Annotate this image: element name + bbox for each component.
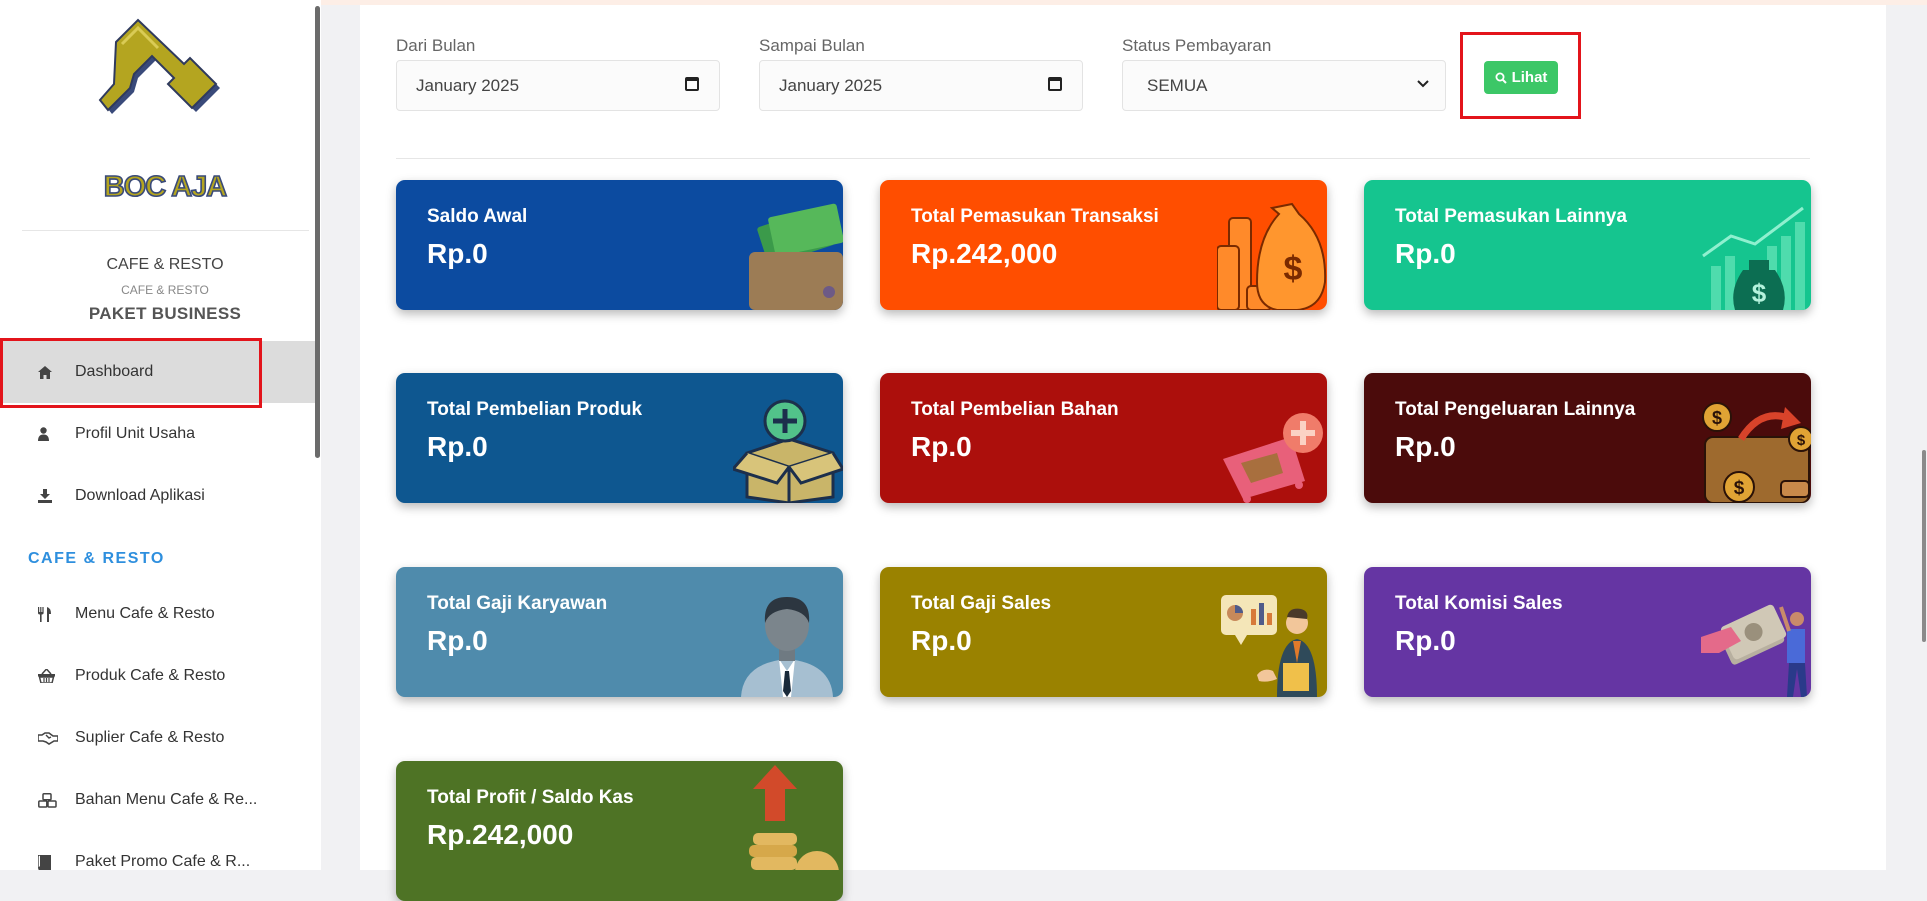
card-title: Total Komisi Sales: [1395, 593, 1563, 614]
card-title: Total Pengeluaran Lainnya: [1395, 399, 1636, 420]
card-title: Total Pembelian Bahan: [911, 399, 1119, 420]
chevron-down-icon: [1417, 75, 1429, 91]
to-month-value: January 2025: [779, 75, 883, 95]
nav-paket-promo-cafe-resto[interactable]: Paket Promo Cafe & R...: [0, 831, 315, 870]
highlight-box-view-button: [1460, 32, 1581, 119]
nav-label: Paket Promo Cafe & R...: [75, 853, 251, 870]
from-month-value: January 2025: [416, 75, 520, 95]
card-value: Rp.0: [427, 625, 488, 656]
nav-bahan-menu-cafe-resto[interactable]: Bahan Menu Cafe & Re...: [0, 769, 315, 831]
summary-card-pengeluaran-lainnya: Total Pengeluaran Lainnya Rp.0 $ $ $: [1364, 373, 1811, 503]
payment-status-select[interactable]: SEMUA: [1122, 60, 1446, 111]
cutlery-icon: [38, 606, 68, 622]
card-title: Total Pembelian Produk: [427, 399, 643, 420]
nav-label: Bahan Menu Cafe & Re...: [75, 791, 258, 808]
nav-section-title: CAFE & RESTO: [28, 550, 165, 567]
user-icon: [38, 427, 68, 441]
page-scrollbar[interactable]: [1922, 450, 1926, 642]
package-name: PAKET BUSINESS: [88, 304, 242, 323]
sidebar-scrollbar[interactable]: [315, 6, 320, 458]
card-value: Rp.0: [427, 431, 488, 462]
cubes-icon: [38, 792, 68, 808]
from-month-input[interactable]: January 2025: [396, 60, 720, 111]
book-icon: [38, 854, 68, 870]
brand-title: CAFE & RESTO: [106, 256, 224, 273]
salesman-icon: [1221, 595, 1317, 697]
to-month-input[interactable]: January 2025: [759, 60, 1083, 111]
svg-text:$: $: [1797, 432, 1806, 449]
card-title: Saldo Awal: [427, 206, 528, 227]
calendar-icon[interactable]: [1048, 77, 1062, 91]
from-month-label: Dari Bulan: [396, 36, 476, 55]
nav-label: Suplier Cafe & Resto: [75, 729, 225, 746]
card-title: Total Gaji Sales: [911, 593, 1052, 614]
card-title: Total Profit / Saldo Kas: [427, 787, 634, 808]
summary-card-gaji-sales: Total Gaji Sales Rp.0: [880, 567, 1327, 697]
wallet-icon: [749, 203, 843, 310]
employee-icon: [741, 597, 833, 697]
summary-card-saldo-awal: Saldo Awal Rp.0: [396, 180, 843, 310]
download-icon: [38, 489, 68, 503]
card-title: Total Pemasukan Lainnya: [1395, 206, 1627, 227]
to-month-label: Sampai Bulan: [759, 36, 865, 55]
sidebar: BOC AJA CAFE & RESTO CAFE & RESTO PAKET …: [0, 0, 321, 870]
card-title: Total Pemasukan Transaksi: [911, 206, 1159, 227]
handshake-icon: [38, 731, 68, 745]
card-value: Rp.242,000: [427, 819, 574, 850]
filter-divider: [396, 158, 1810, 159]
nav-label: Profil Unit Usaha: [75, 425, 196, 442]
summary-card-pembelian-bahan: Total Pembelian Bahan Rp.0: [880, 373, 1327, 503]
nav-profil-unit-usaha[interactable]: Profil Unit Usaha: [0, 403, 315, 465]
box-add-icon: [733, 399, 843, 503]
svg-text:$: $: [1284, 250, 1303, 288]
svg-text:$: $: [1734, 478, 1745, 499]
highlight-box-dashboard: [0, 338, 262, 408]
card-value: Rp.0: [1395, 431, 1456, 462]
nav-label: Download Aplikasi: [75, 487, 205, 504]
brand-subtitle: CAFE & RESTO: [121, 283, 209, 297]
summary-card-pemasukan-lainnya: Total Pemasukan Lainnya Rp.0 $: [1364, 180, 1811, 310]
summary-card-profit-saldo-kas: Total Profit / Saldo Kas Rp.242,000: [396, 761, 843, 901]
sidebar-divider: [22, 230, 309, 231]
calendar-icon[interactable]: [685, 77, 699, 91]
basket-icon: [38, 669, 68, 683]
card-value: Rp.0: [911, 431, 972, 462]
wallet-out-icon: $ $ $: [1702, 402, 1811, 503]
card-value: Rp.0: [1395, 238, 1456, 269]
commission-icon: [1701, 604, 1807, 697]
company-logo[interactable]: BOC AJA: [98, 14, 233, 214]
nav-produk-cafe-resto[interactable]: Produk Cafe & Resto: [0, 645, 315, 707]
summary-card-pembelian-produk: Total Pembelian Produk Rp.0: [396, 373, 843, 503]
card-value: Rp.0: [911, 625, 972, 656]
payment-status-value: SEMUA: [1147, 75, 1208, 95]
card-title: Total Gaji Karyawan: [427, 593, 608, 614]
summary-card-gaji-karyawan: Total Gaji Karyawan Rp.0: [396, 567, 843, 697]
svg-text:$: $: [1752, 278, 1767, 308]
profit-icon: [749, 765, 839, 870]
payment-status-label: Status Pembayaran: [1122, 36, 1272, 55]
nav-download-aplikasi[interactable]: Download Aplikasi: [0, 465, 315, 527]
card-value: Rp.0: [427, 238, 488, 269]
cart-add-icon: [1223, 413, 1323, 503]
card-value: Rp.0: [1395, 625, 1456, 656]
summary-card-pemasukan-transaksi: Total Pemasukan Transaksi Rp.242,000 $: [880, 180, 1327, 310]
card-value: Rp.242,000: [911, 238, 1058, 269]
nav-label: Menu Cafe & Resto: [75, 605, 215, 622]
nav-menu-cafe-resto[interactable]: Menu Cafe & Resto: [0, 583, 315, 645]
svg-text:BOC AJA: BOC AJA: [104, 171, 227, 203]
nav-label: Produk Cafe & Resto: [75, 667, 226, 684]
growth-chart-icon: $: [1702, 206, 1805, 310]
summary-card-komisi-sales: Total Komisi Sales Rp.0: [1364, 567, 1811, 697]
svg-text:$: $: [1712, 408, 1722, 428]
nav-suplier-cafe-resto[interactable]: Suplier Cafe & Resto: [0, 707, 315, 769]
money-bag-icon: $: [1217, 202, 1327, 310]
